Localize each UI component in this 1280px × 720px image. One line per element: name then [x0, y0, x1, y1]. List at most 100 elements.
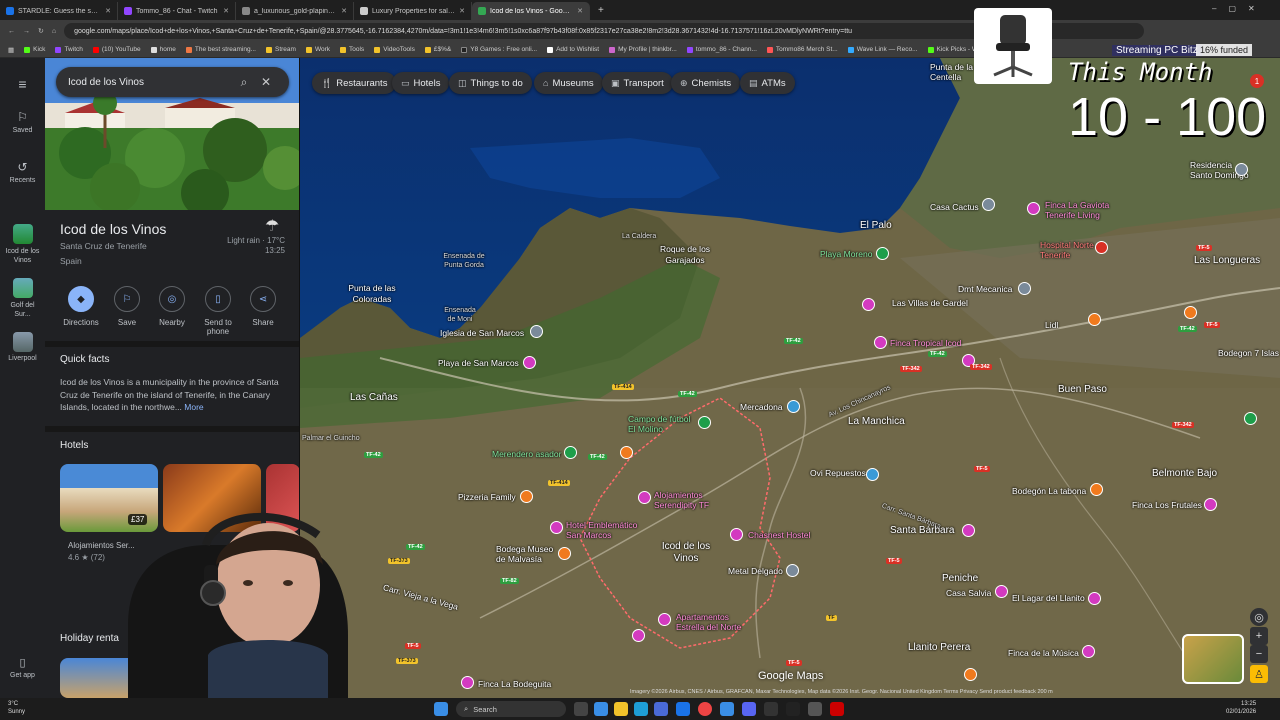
hotel-pin[interactable] [461, 676, 474, 689]
wine-pin[interactable] [558, 547, 571, 560]
bookmark-item[interactable]: Y8 Games : Free onli... [461, 46, 537, 53]
taskbar-search[interactable]: ⌕ Search [456, 701, 566, 717]
app-icon[interactable] [808, 702, 822, 716]
stadium-pin[interactable] [698, 416, 711, 429]
chip-things-to-do[interactable]: ◫ Things to do [449, 72, 532, 94]
chip-chemists[interactable]: ⊕ Chemists [671, 72, 741, 94]
send-to-phone-button[interactable]: ▯ Send to phone [193, 286, 243, 336]
place-pin[interactable] [786, 564, 799, 577]
recents-button[interactable]: ↺ Recents [0, 160, 45, 184]
close-tab-icon[interactable]: ✕ [341, 7, 347, 15]
recent-place-icod[interactable]: Icod de los Vinos [0, 224, 45, 265]
window-controls[interactable]: –▢✕ [1212, 4, 1267, 13]
reload-icon[interactable]: ↻ [38, 27, 44, 35]
place-pin[interactable] [1018, 282, 1031, 295]
place-pin[interactable] [1235, 163, 1248, 176]
bookmark-item[interactable]: home [150, 46, 176, 53]
hotel-pin[interactable] [874, 336, 887, 349]
file-explorer-icon[interactable] [614, 702, 628, 716]
hotel-pin[interactable] [638, 491, 651, 504]
browser-tab[interactable]: STARDLE: Guess the ship! ✕ [0, 2, 118, 20]
app-icon[interactable] [764, 702, 778, 716]
hotel-pin[interactable] [632, 629, 645, 642]
bookmark-folder[interactable]: VideoTools [374, 46, 415, 53]
restaurant-pin[interactable] [1184, 306, 1197, 319]
hotel-pin[interactable] [550, 521, 563, 534]
hotel-pin[interactable] [1082, 645, 1095, 658]
hotel-pin[interactable] [1027, 202, 1040, 215]
hotel-pin[interactable] [658, 613, 671, 626]
menu-button[interactable]: ≡ [0, 76, 45, 92]
chip-hotels[interactable]: ▭ Hotels [392, 72, 450, 94]
new-tab-icon[interactable]: + [598, 5, 604, 16]
start-icon[interactable] [434, 702, 448, 716]
zoom-out-button[interactable]: − [1250, 645, 1268, 663]
bookmark-item[interactable]: tommo_86 - Chann... [686, 46, 757, 53]
bookmark-folder[interactable]: Work [305, 46, 330, 53]
more-link[interactable]: More [184, 402, 203, 412]
hotel-pin[interactable] [962, 524, 975, 537]
app-icon[interactable] [594, 702, 608, 716]
forward-icon[interactable]: → [23, 28, 30, 35]
map-canvas[interactable]: 🍴 Restaurants ▭ Hotels ◫ Things to do ⌂ Muse… [300, 58, 1280, 698]
recent-place-liverpool[interactable]: Liverpool [0, 332, 45, 362]
back-icon[interactable]: ← [8, 28, 15, 35]
browser-tab[interactable]: Tommo_86 - Chat - Twitch ✕ [118, 2, 236, 20]
my-location-button[interactable]: ◎ [1250, 608, 1268, 626]
bookmark-item[interactable]: Tommo86 Merch St... [766, 46, 838, 53]
hotel-pin[interactable] [862, 298, 875, 311]
park-pin[interactable] [1244, 412, 1257, 425]
home-icon[interactable]: ⌂ [52, 28, 56, 35]
chip-transport[interactable]: ▣ Transport [602, 72, 673, 94]
taskbar-clock[interactable]: 13:25 02/01/2026 [1226, 700, 1256, 716]
restaurant-pin[interactable] [520, 490, 533, 503]
restaurant-pin[interactable] [1088, 313, 1101, 326]
close-icon[interactable]: ✕ [255, 75, 277, 89]
directions-button[interactable]: ◆ Directions [56, 286, 106, 327]
search-box[interactable]: Icod de los Vinos ⌕ ✕ [56, 67, 289, 97]
bookmark-item[interactable]: My Profile | thinkbr... [609, 46, 677, 53]
saved-button[interactable]: ⚐ Saved [0, 110, 45, 134]
hotel-pin[interactable] [995, 585, 1008, 598]
bookmark-item[interactable]: Kick [24, 46, 45, 53]
bookmark-folder[interactable]: Tools [340, 46, 364, 53]
taskbar-weather[interactable]: 3°C Sunny [8, 700, 25, 716]
close-tab-icon[interactable]: ✕ [105, 7, 111, 15]
zoom-in-button[interactable]: + [1250, 627, 1268, 645]
chrome-icon[interactable] [698, 702, 712, 716]
church-pin[interactable] [530, 325, 543, 338]
hotel-pin[interactable] [523, 356, 536, 369]
restaurant-pin[interactable] [1090, 483, 1103, 496]
chip-atms[interactable]: ▤ ATMs [740, 72, 795, 94]
bookmark-item[interactable]: The best streaming... [185, 46, 256, 53]
bookmark-folder[interactable]: £$%& [424, 46, 451, 53]
task-view-icon[interactable] [574, 702, 588, 716]
place-pin[interactable] [982, 198, 995, 211]
save-button[interactable]: ⚐ Save [102, 286, 152, 327]
app-icon[interactable] [654, 702, 668, 716]
bookmark-folder[interactable]: Stream [265, 46, 296, 53]
chip-restaurants[interactable]: 🍴 Restaurants [312, 72, 397, 94]
restaurant-pin[interactable] [620, 446, 633, 459]
search-input[interactable]: Icod de los Vinos [68, 77, 233, 88]
app-icon[interactable] [720, 702, 734, 716]
hotel-pin[interactable] [1204, 498, 1217, 511]
browser-tab-active[interactable]: Icod de los Vinos - Google Map ✕ [472, 2, 590, 20]
close-tab-icon[interactable]: ✕ [459, 7, 465, 15]
edge-icon[interactable] [634, 702, 648, 716]
apps-icon[interactable]: ▦ [8, 46, 14, 54]
shop-pin[interactable] [866, 468, 879, 481]
beach-pin[interactable] [876, 247, 889, 260]
search-icon[interactable]: ⌕ [233, 75, 255, 90]
close-tab-icon[interactable]: ✕ [577, 7, 583, 15]
layers-thumbnail-button[interactable] [1182, 634, 1244, 684]
recent-place-golf[interactable]: Golf del Sur... [0, 278, 45, 319]
close-tab-icon[interactable]: ✕ [223, 7, 229, 15]
hotel-pin[interactable] [730, 528, 743, 541]
place-hero-photo[interactable]: Icod de los Vinos ⌕ ✕ [45, 58, 299, 210]
obs-icon[interactable] [786, 702, 800, 716]
bookmark-item[interactable]: (10) YouTube [92, 46, 141, 53]
restaurant-pin[interactable] [964, 668, 977, 681]
share-button[interactable]: ⋖ Share [238, 286, 288, 327]
park-pin[interactable] [564, 446, 577, 459]
